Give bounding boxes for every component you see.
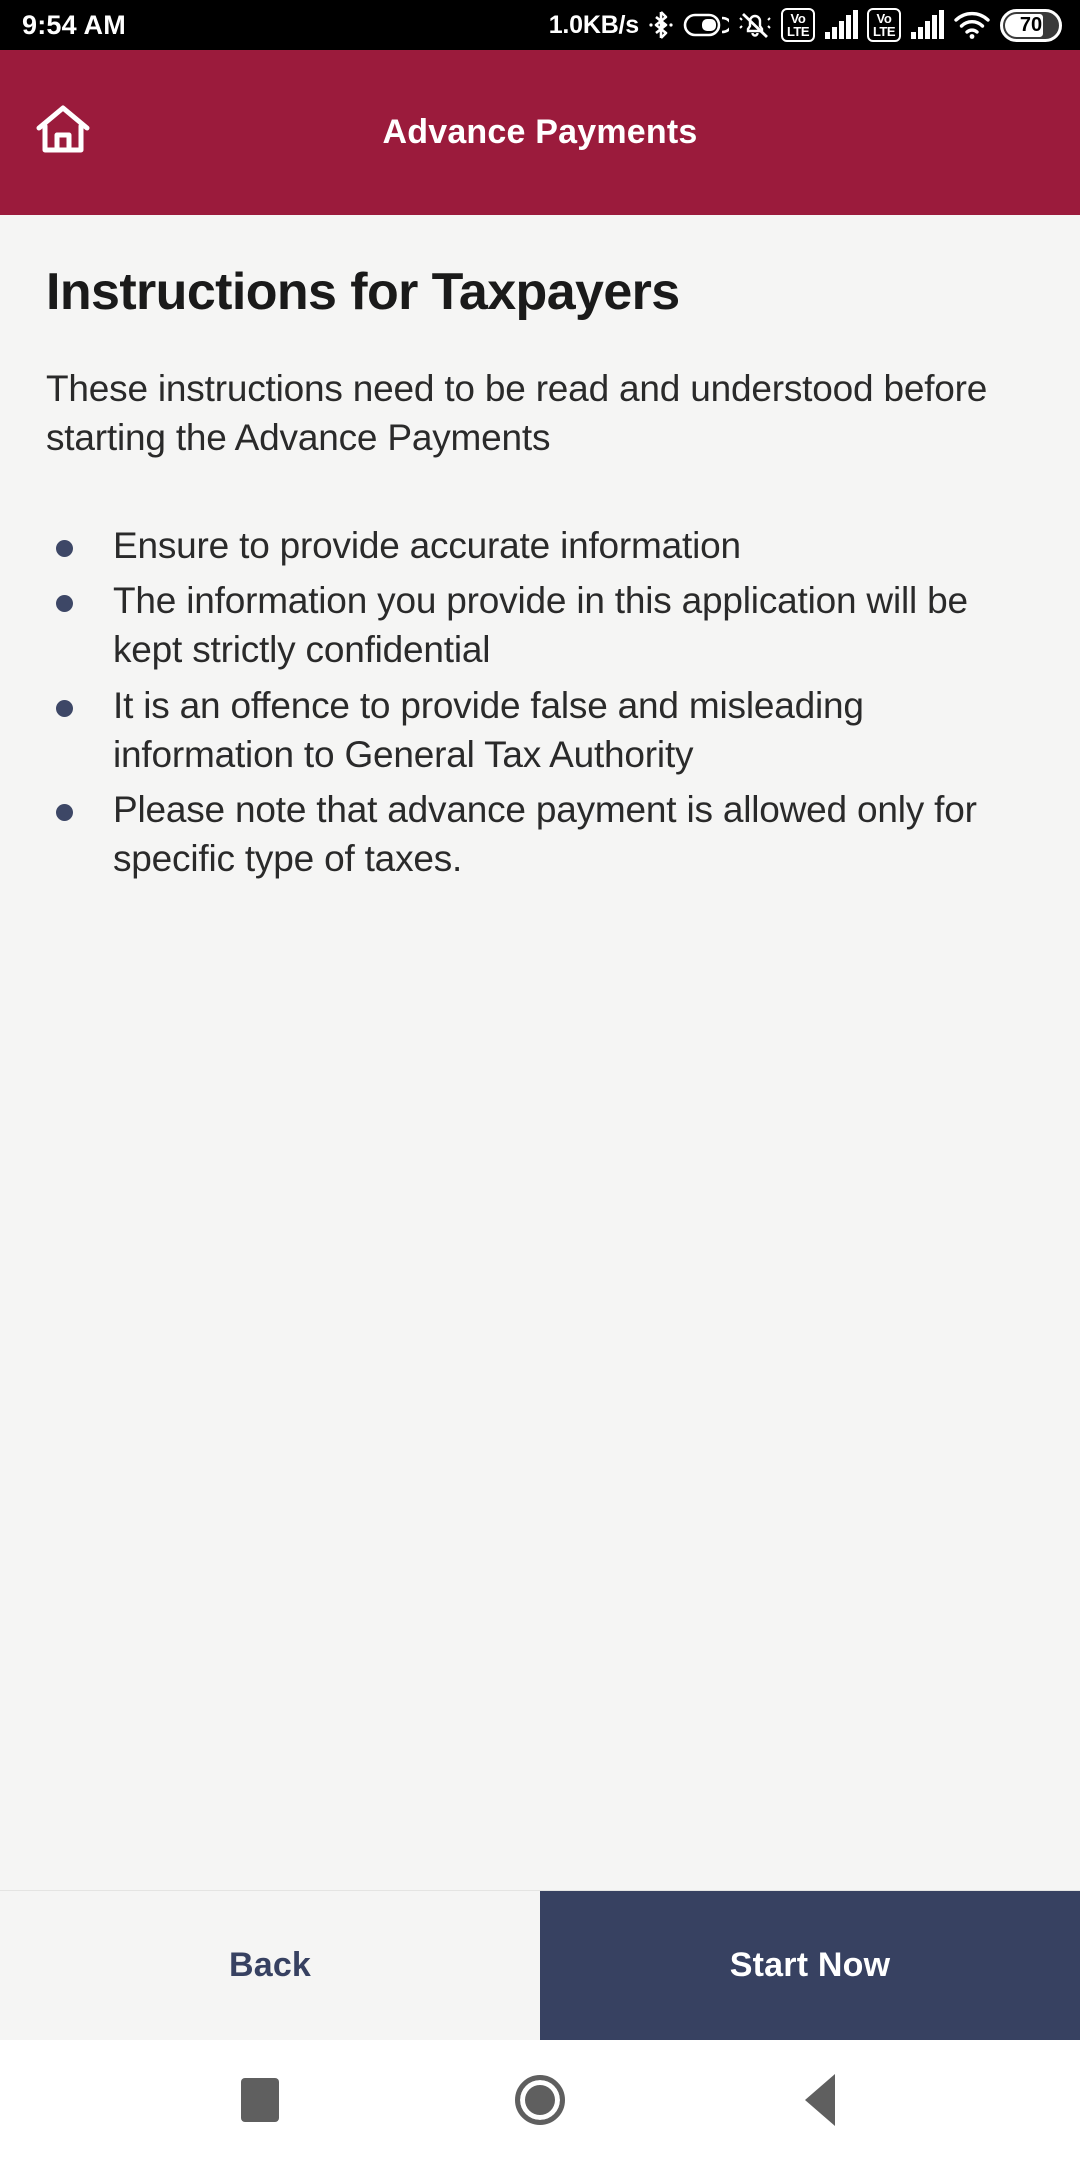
list-item-label: Ensure to provide accurate information	[113, 524, 741, 566]
list-item-label: The information you provide in this appl…	[113, 580, 968, 671]
list-item: It is an offence to provide false and mi…	[46, 681, 1034, 779]
list-item: The information you provide in this appl…	[46, 576, 1034, 674]
action-bar: Back Start Now	[0, 1890, 1080, 2040]
list-item: Please note that advance payment is allo…	[46, 785, 1034, 883]
bullet-dot-icon	[56, 803, 73, 821]
list-item-label: It is an offence to provide false and mi…	[113, 684, 864, 775]
status-bar: 9:54 AM 1.0KB/s Vo LTE Vo LTE 70	[0, 0, 1080, 50]
start-now-button[interactable]: Start Now	[540, 1891, 1080, 2040]
content-area: Instructions for Taxpayers These instruc…	[0, 215, 1080, 1890]
status-clock: 9:54 AM	[22, 9, 126, 40]
bullet-dot-icon	[56, 539, 73, 557]
list-item: Ensure to provide accurate information	[46, 521, 1034, 570]
instructions-heading: Instructions for Taxpayers	[46, 263, 680, 321]
volte-icon: Vo LTE	[781, 8, 815, 42]
signal-bars-icon	[910, 10, 944, 40]
square-recents-icon	[241, 2078, 279, 2122]
vibrate-toggle-icon	[683, 10, 729, 40]
bullet-dot-icon	[56, 595, 73, 613]
volte-bottom: LTE	[872, 24, 896, 39]
page-title: Advance Payments	[382, 113, 698, 151]
recents-button[interactable]	[215, 2055, 305, 2145]
list-item-label: Please note that advance payment is allo…	[113, 788, 977, 880]
back-nav-button[interactable]	[775, 2055, 865, 2145]
app-bar: Advance Payments	[0, 50, 1080, 215]
circle-home-icon	[515, 2075, 565, 2125]
instructions-list: Ensure to provide accurate information T…	[46, 521, 1034, 883]
triangle-back-icon	[805, 2074, 835, 2126]
status-icons: 1.0KB/s Vo LTE Vo LTE 70	[549, 8, 1062, 42]
signal-bars-icon	[824, 10, 858, 40]
android-nav-bar	[0, 2040, 1080, 2160]
bluetooth-icon	[648, 9, 674, 41]
phone-screen: 9:54 AM 1.0KB/s Vo LTE Vo LTE 70 Advance…	[0, 0, 1080, 2160]
wifi-icon	[953, 10, 991, 40]
battery-icon: 70	[1000, 8, 1062, 42]
instructions-intro: These instructions need to be read and u…	[46, 368, 988, 459]
network-speed-label: 1.0KB/s	[548, 10, 640, 39]
volte-icon: Vo LTE	[867, 8, 901, 42]
home-nav-button[interactable]	[495, 2055, 585, 2145]
home-button[interactable]	[26, 96, 100, 170]
battery-level: 70	[1019, 13, 1043, 36]
volte-bottom: LTE	[786, 24, 810, 39]
back-button[interactable]: Back	[0, 1891, 540, 2040]
home-icon	[35, 104, 91, 161]
bullet-dot-icon	[56, 699, 73, 717]
mute-bell-icon	[738, 8, 772, 42]
